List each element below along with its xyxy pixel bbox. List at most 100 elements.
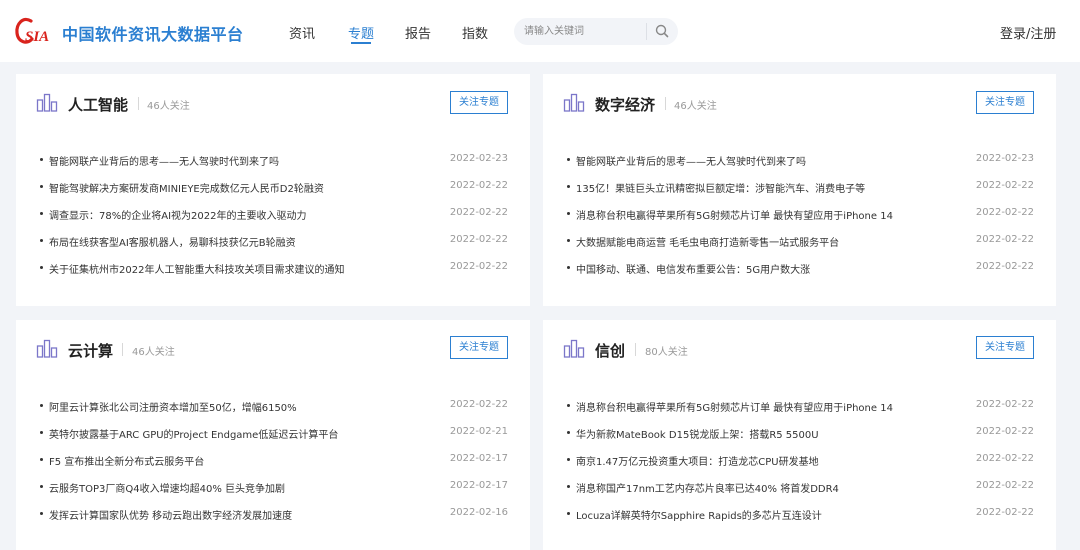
topic-card-cloud-computing: 云计算 46人关注 关注专题 阿里云计算张北公司注册资本增加至50亿，增幅615…: [16, 320, 530, 550]
news-title[interactable]: 智能驾驶解决方案研发商MINIEYE完成数亿元人民币D2轮融资: [49, 180, 324, 195]
topic-title[interactable]: 信创: [595, 340, 625, 361]
topic-title[interactable]: 人工智能: [68, 94, 128, 115]
bullet-dot: [567, 485, 570, 488]
news-item[interactable]: 关于征集杭州市2022年人工智能重大科技攻关项目需求建议的通知 2022-02-2…: [40, 260, 508, 276]
nav-item-news[interactable]: 资讯: [289, 23, 315, 42]
news-title[interactable]: 调查显示：78%的企业将AI视为2022年的主要收入驱动力: [49, 207, 306, 222]
news-item[interactable]: 135亿！果链巨头立讯精密拟巨额定增：涉智能汽车、消费电子等 2022-02-22: [567, 179, 1034, 195]
news-item[interactable]: 布局在线获客型AI客服机器人，易聊科技获亿元B轮融资 2022-02-22: [40, 233, 508, 249]
bullet-dot: [40, 185, 43, 188]
news-date: 2022-02-22: [449, 180, 508, 191]
news-date: 2022-02-23: [449, 153, 508, 164]
bullet-dot: [40, 158, 43, 161]
follow-topic-button[interactable]: 关注专题: [450, 91, 508, 114]
news-date: 2022-02-17: [449, 453, 508, 464]
follow-topic-button[interactable]: 关注专题: [976, 336, 1034, 359]
bullet-dot: [567, 212, 570, 215]
topic-card-ai: 人工智能 46人关注 关注专题 智能网联产业背后的思考——无人驾驶时代到来了吗 2…: [16, 74, 530, 306]
bullet-dot: [40, 404, 43, 407]
news-date: 2022-02-22: [975, 507, 1034, 518]
follow-topic-button[interactable]: 关注专题: [976, 91, 1034, 114]
news-item[interactable]: 消息称台积电赢得苹果所有5G射频芯片订单 最快有望应用于iPhone 14 202…: [567, 206, 1034, 222]
news-date: 2022-02-21: [449, 426, 508, 437]
follower-count: 46人关注: [147, 101, 190, 112]
news-title[interactable]: 135亿！果链巨头立讯精密拟巨额定增：涉智能汽车、消费电子等: [576, 180, 865, 195]
news-item[interactable]: 云服务TOP3厂商Q4收入增速均超40% 巨头竞争加剧 2022-02-17: [40, 479, 508, 495]
news-title[interactable]: 布局在线获客型AI客服机器人，易聊科技获亿元B轮融资: [49, 234, 296, 249]
news-item[interactable]: 消息称国产17nm工艺内存芯片良率已达40% 将首发DDR4 2022-02-22: [567, 479, 1034, 495]
news-date: 2022-02-22: [975, 180, 1034, 191]
news-item[interactable]: 阿里云计算张北公司注册资本增加至50亿，增幅6150% 2022-02-22: [40, 398, 508, 414]
login-register: 登录/注册: [1000, 23, 1056, 42]
news-item[interactable]: F5 宣布推出全新分布式云服务平台 2022-02-17: [40, 452, 508, 468]
news-date: 2022-02-22: [975, 234, 1034, 245]
news-title[interactable]: 发挥云计算国家队优势 移动云跑出数字经济发展加速度: [49, 507, 292, 522]
follow-topic-button[interactable]: 关注专题: [450, 336, 508, 359]
news-title[interactable]: 消息称台积电赢得苹果所有5G射频芯片订单 最快有望应用于iPhone 14: [576, 399, 893, 414]
news-date: 2022-02-22: [449, 399, 508, 410]
register-link[interactable]: 注册: [1030, 27, 1056, 42]
news-item[interactable]: 南京1.47万亿元投资重大项目：打造龙芯CPU研发基地 2022-02-22: [567, 452, 1034, 468]
news-title[interactable]: Locuza详解英特尔Sapphire Rapids的多芯片互连设计: [576, 507, 822, 522]
topic-title[interactable]: 数字经济: [595, 94, 655, 115]
nav-item-index[interactable]: 指数: [462, 23, 488, 42]
news-item[interactable]: Locuza详解英特尔Sapphire Rapids的多芯片互连设计 2022-0…: [567, 506, 1034, 522]
news-date: 2022-02-22: [975, 426, 1034, 437]
search-icon[interactable]: [648, 18, 678, 45]
title-divider: [122, 343, 123, 356]
news-item[interactable]: 中国移动、联通、电信发布重要公告：5G用户数大涨 2022-02-22: [567, 260, 1034, 276]
news-item[interactable]: 消息称台积电赢得苹果所有5G射频芯片订单 最快有望应用于iPhone 14 202…: [567, 398, 1034, 414]
search-separator: [646, 23, 647, 40]
news-title[interactable]: 中国移动、联通、电信发布重要公告：5G用户数大涨: [576, 261, 810, 276]
bullet-dot: [40, 458, 43, 461]
news-item[interactable]: 智能驾驶解决方案研发商MINIEYE完成数亿元人民币D2轮融资 2022-02-2…: [40, 179, 508, 195]
bullet-dot: [40, 212, 43, 215]
bullet-dot: [567, 404, 570, 407]
topic-card-digital-economy: 数字经济 46人关注 关注专题 智能网联产业背后的思考——无人驾驶时代到来了吗 2…: [543, 74, 1056, 306]
news-date: 2022-02-17: [449, 480, 508, 491]
follower-count: 80人关注: [645, 347, 688, 358]
bullet-dot: [567, 512, 570, 515]
news-date: 2022-02-22: [449, 261, 508, 272]
topic-title[interactable]: 云计算: [68, 340, 113, 361]
news-date: 2022-02-22: [975, 399, 1034, 410]
top-header: SIA 中国软件资讯大数据平台 资讯 专题 报告 指数 登录/注册: [0, 0, 1080, 62]
news-title[interactable]: 关于征集杭州市2022年人工智能重大科技攻关项目需求建议的通知: [49, 261, 344, 276]
news-title[interactable]: 大数据赋能电商运营 毛毛虫电商打造新零售一站式服务平台: [576, 234, 839, 249]
news-title[interactable]: 云服务TOP3厂商Q4收入增速均超40% 巨头竞争加剧: [49, 480, 285, 495]
title-divider: [635, 343, 636, 356]
news-date: 2022-02-16: [449, 507, 508, 518]
nav-active-underline: [351, 42, 371, 44]
news-item[interactable]: 华为新款MateBook D15锐龙版上架：搭载R5 5500U 2022-02-…: [567, 425, 1034, 441]
news-item[interactable]: 智能网联产业背后的思考——无人驾驶时代到来了吗 2022-02-23: [40, 152, 508, 168]
search-input[interactable]: [524, 23, 642, 40]
news-title[interactable]: 英特尔披露基于ARC GPU的Project Endgame低延迟云计算平台: [49, 426, 338, 441]
news-title[interactable]: 华为新款MateBook D15锐龙版上架：搭载R5 5500U: [576, 426, 819, 441]
login-link[interactable]: 登录: [1000, 27, 1026, 42]
news-title[interactable]: 阿里云计算张北公司注册资本增加至50亿，增幅6150%: [49, 399, 297, 414]
news-item[interactable]: 调查显示：78%的企业将AI视为2022年的主要收入驱动力 2022-02-22: [40, 206, 508, 222]
nav-item-topics[interactable]: 专题: [348, 23, 374, 42]
news-title[interactable]: 智能网联产业背后的思考——无人驾驶时代到来了吗: [576, 153, 806, 168]
bullet-dot: [567, 431, 570, 434]
news-title[interactable]: F5 宣布推出全新分布式云服务平台: [49, 453, 204, 468]
news-item[interactable]: 大数据赋能电商运营 毛毛虫电商打造新零售一站式服务平台 2022-02-22: [567, 233, 1034, 249]
news-title[interactable]: 消息称国产17nm工艺内存芯片良率已达40% 将首发DDR4: [576, 480, 839, 495]
news-title[interactable]: 消息称台积电赢得苹果所有5G射频芯片订单 最快有望应用于iPhone 14: [576, 207, 893, 222]
bullet-dot: [40, 266, 43, 269]
news-item[interactable]: 英特尔披露基于ARC GPU的Project Endgame低延迟云计算平台 20…: [40, 425, 508, 441]
news-item[interactable]: 发挥云计算国家队优势 移动云跑出数字经济发展加速度 2022-02-16: [40, 506, 508, 522]
bullet-dot: [567, 158, 570, 161]
nav-item-reports[interactable]: 报告: [405, 23, 431, 42]
csia-logo-icon[interactable]: SIA: [14, 14, 54, 48]
news-title[interactable]: 南京1.47万亿元投资重大项目：打造龙芯CPU研发基地: [576, 453, 819, 468]
title-divider: [665, 97, 666, 110]
bullet-dot: [567, 266, 570, 269]
news-title[interactable]: 智能网联产业背后的思考——无人驾驶时代到来了吗: [49, 153, 279, 168]
bullet-dot: [567, 458, 570, 461]
svg-text:SIA: SIA: [25, 29, 49, 45]
news-item[interactable]: 智能网联产业背后的思考——无人驾驶时代到来了吗 2022-02-23: [567, 152, 1034, 168]
bullet-dot: [40, 431, 43, 434]
logo-text[interactable]: 中国软件资讯大数据平台: [62, 21, 244, 45]
topic-bar-chart-icon: [36, 339, 58, 358]
